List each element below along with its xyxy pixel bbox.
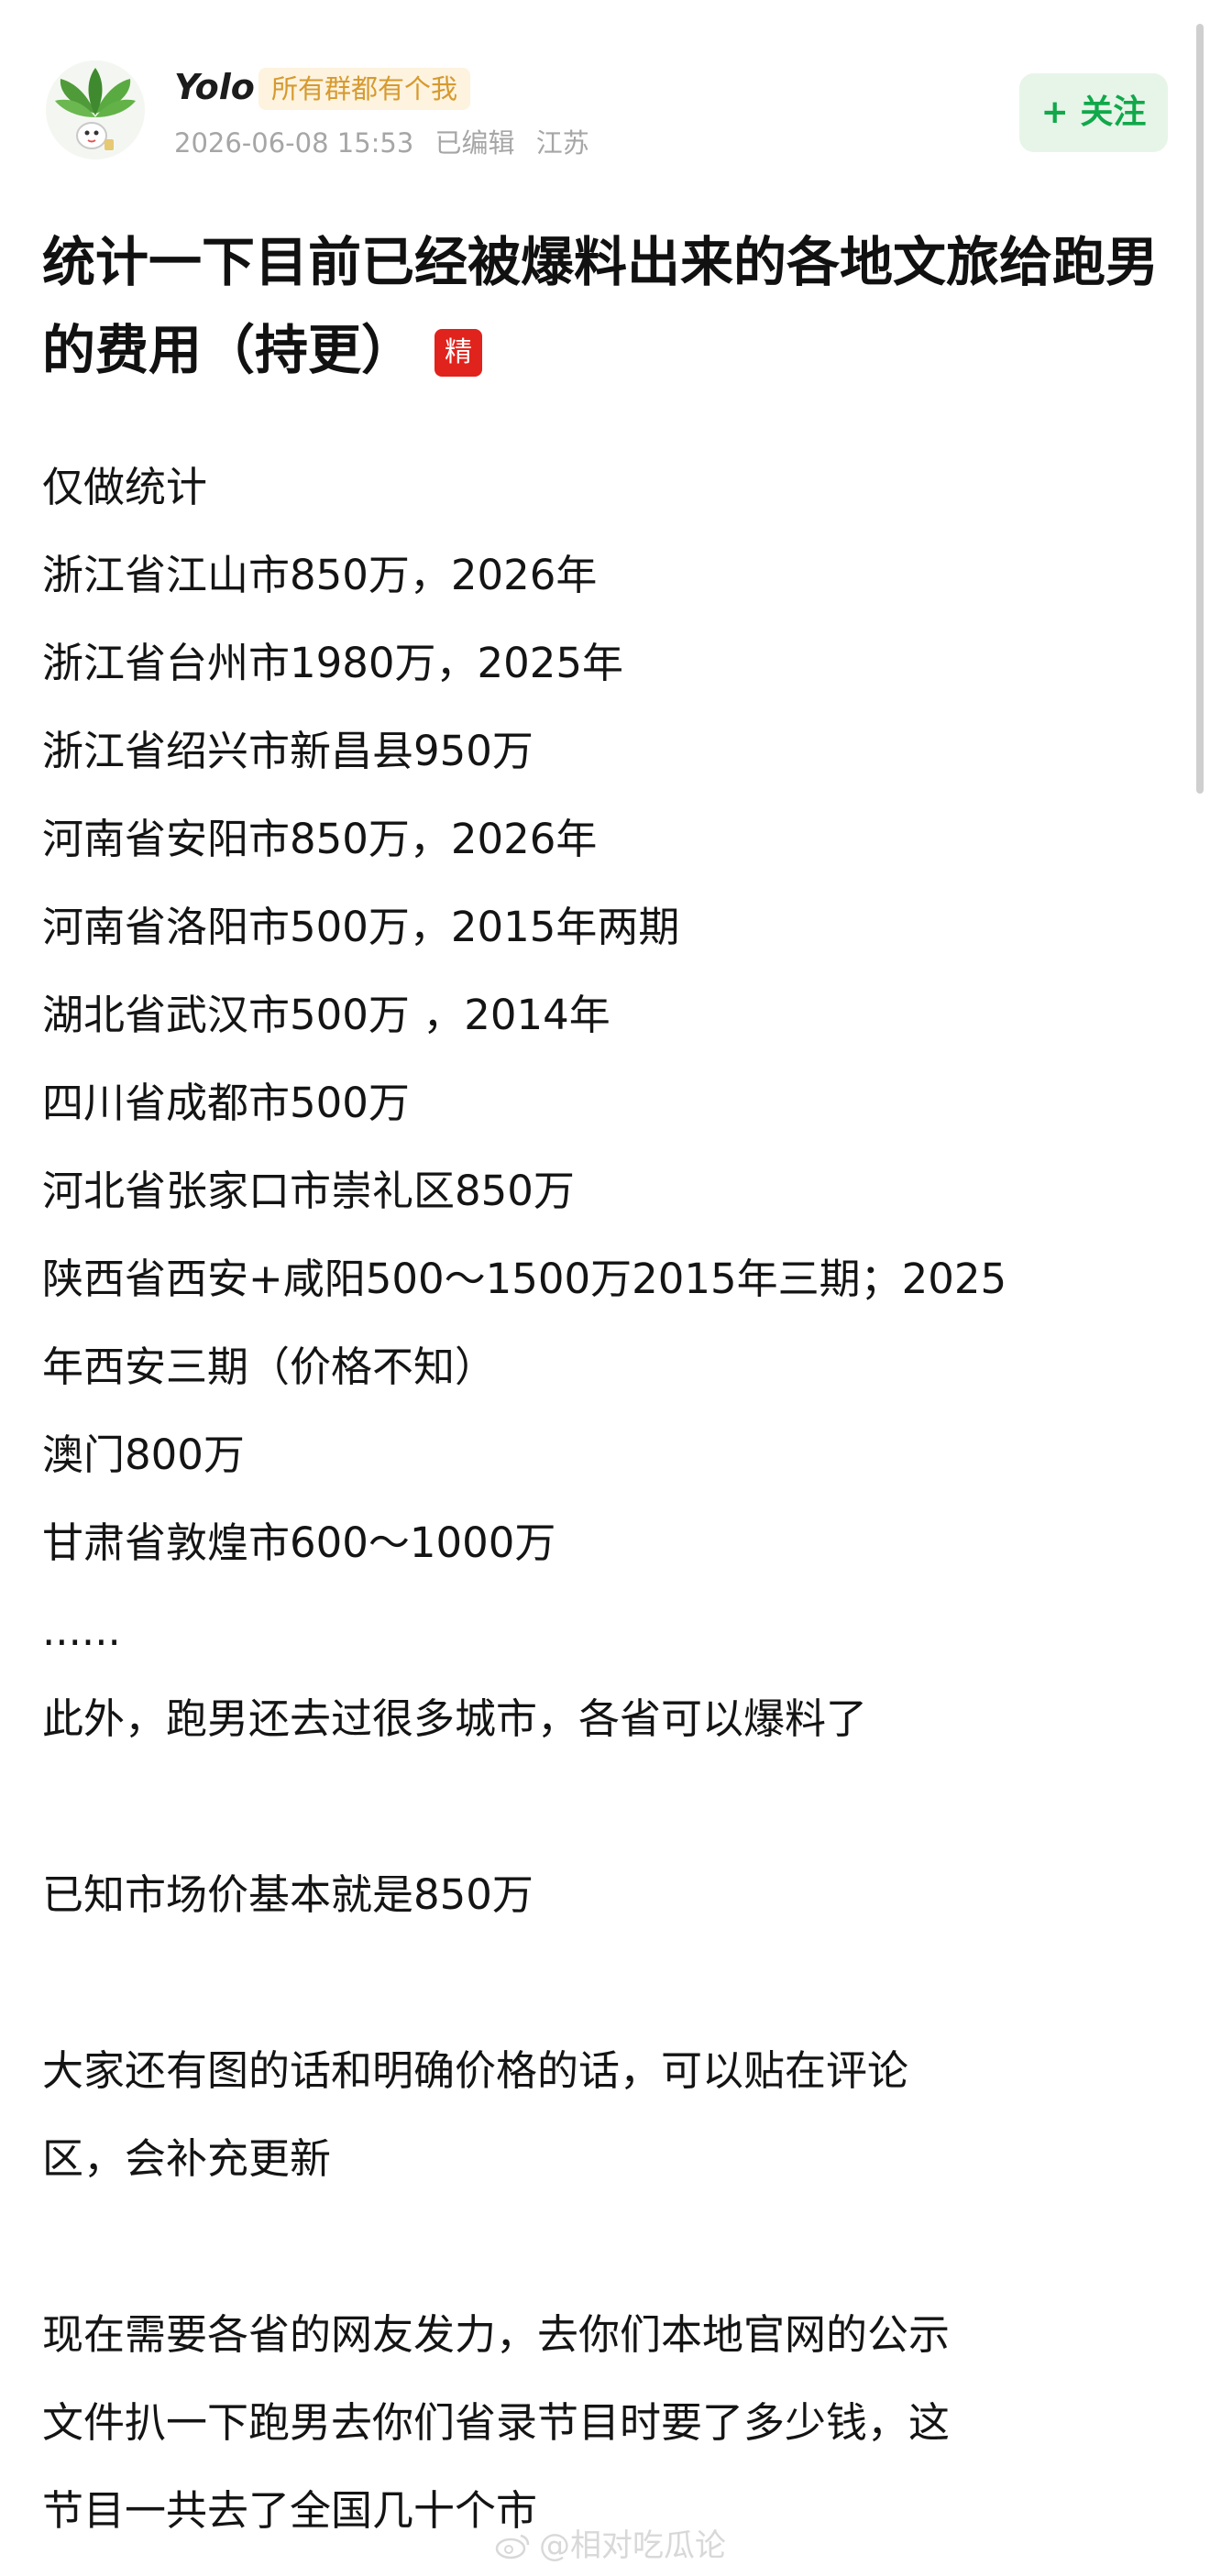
- post-meta: 2026-06-08 15:53 已编辑 江苏: [174, 125, 602, 161]
- post-line: 浙江省江山市850万，2026年: [42, 551, 598, 599]
- post-line: 湖北省武汉市500万 ，2014年: [42, 991, 610, 1039]
- watermark: @相对吃瓜论: [495, 2518, 726, 2573]
- scrollbar[interactable]: [1196, 24, 1204, 794]
- watermark-text: @相对吃瓜论: [539, 2527, 726, 2564]
- post-line: ......: [42, 1606, 121, 1655]
- post-line: 仅做统计: [42, 463, 208, 511]
- post-line: 文件扒一下跑男去你们省录节目时要了多少钱，这: [42, 2398, 951, 2447]
- post-line: 已知市场价基本就是850万: [42, 1870, 534, 1919]
- username[interactable]: Yolo: [174, 64, 255, 110]
- post-location: 江苏: [535, 127, 589, 159]
- weibo-logo-icon: [495, 2534, 530, 2560]
- edited-label: 已编辑: [434, 127, 515, 159]
- post-line: 此外，跑男还去过很多城市，各省可以爆料了: [42, 1694, 868, 1743]
- post-line: 四川省成都市500万: [42, 1079, 410, 1127]
- follow-button[interactable]: + 关注: [1019, 73, 1168, 152]
- post-line: 浙江省绍兴市新昌县950万: [42, 727, 534, 775]
- user-badge: 所有群都有个我: [258, 68, 471, 110]
- user-avatar[interactable]: [46, 60, 145, 159]
- post-line: 河南省洛阳市500万，2015年两期: [42, 903, 680, 951]
- post-line: 区，会补充更新: [42, 2134, 332, 2183]
- post-line: 陕西省西安+咸阳500～1500万2015年三期；2025: [42, 1255, 1007, 1303]
- post-line: 河北省张家口市崇礼区850万: [42, 1167, 575, 1215]
- post-line: 大家还有图的话和明确价格的话，可以贴在评论: [42, 2046, 909, 2095]
- post-line: 年西安三期（价格不知）: [42, 1343, 497, 1391]
- post-title: 统计一下目前已经被爆料出来的各地文旅给跑男的费用（持更）精: [42, 218, 1170, 394]
- featured-badge: 精: [434, 329, 483, 377]
- post-line: 浙江省台州市1980万，2025年: [42, 639, 624, 687]
- plant-avatar-icon: [46, 60, 145, 159]
- post-datetime: 2026-06-08 15:53: [174, 127, 414, 159]
- post-header: Yolo 所有群都有个我 2026-06-08 15:53 已编辑 江苏 + 关…: [0, 0, 1210, 183]
- post-line: 现在需要各省的网友发力，去你们本地官网的公示: [42, 2310, 951, 2359]
- post-line: 甘肃省敦煌市600～1000万: [42, 1518, 556, 1567]
- post-line: 河南省安阳市850万，2026年: [42, 815, 598, 863]
- post-title-text: 统计一下目前已经被爆料出来的各地文旅给跑男的费用（持更）: [42, 231, 1160, 381]
- post-line: 澳门800万: [42, 1431, 245, 1479]
- post-body: 仅做统计浙江省江山市850万，2026年 浙江省台州市1980万，2025年 浙江省…: [42, 444, 1179, 2555]
